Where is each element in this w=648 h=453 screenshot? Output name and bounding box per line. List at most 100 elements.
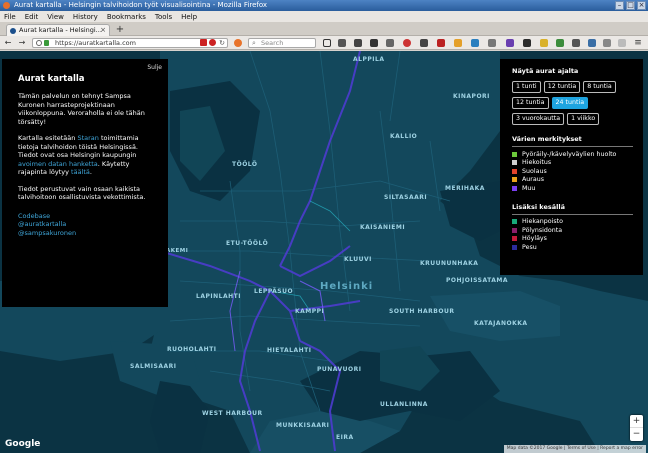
time-button-1h[interactable]: 1 tunti [512,81,541,93]
stara-link[interactable]: Staran [77,134,98,142]
map-label-kruununhaka: KRUUNUNHAKA [420,260,479,267]
browser-window: Aurat kartalla - Helsingin talvihoidon t… [0,0,648,453]
map-label-kinapori: KINAPORI [453,93,490,100]
summer-divider [512,213,633,215]
api-link[interactable]: täältä [71,168,90,176]
legend-item: Suolaus [512,167,633,176]
addon-icon[interactable] [200,39,207,46]
open-data-link[interactable]: avoimen datan hanketta [18,160,98,168]
info-panel: Sulje Aurat kartalla Tämän palvelun on t… [2,59,168,307]
time-button-12h-a[interactable]: 12 tuntia [543,81,581,93]
tab-close-button[interactable]: × [100,25,106,36]
extension-yellow-icon[interactable] [454,39,462,47]
search-placeholder: Search [261,39,284,47]
downloads-icon[interactable] [354,39,362,47]
home-addon-icon[interactable] [234,39,242,47]
time-button-12h[interactable]: 12 tuntia [512,97,549,109]
legend-swatch [512,160,517,166]
sampsakuronen-link[interactable]: @sampsakuronen [18,229,152,238]
legend-item: Muu [512,184,633,193]
legend-swatch [512,151,517,157]
extension-blue-icon[interactable] [471,39,479,47]
google-logo: Google [5,439,41,449]
legend-swatch [512,219,517,225]
url-bar[interactable]: https://auratkartalla.com ↻ [32,38,228,48]
menu-tools[interactable]: Tools [155,13,172,21]
legend-swatch [512,168,517,174]
legend-swatch [512,185,517,191]
map-label-kluuvi: KLUUVI [344,256,372,263]
info-title: Aurat kartalla [18,74,85,84]
tab-bar: Aurat kartalla - Helsingi... × + [0,22,648,36]
translate-icon[interactable] [488,39,496,47]
map-label-kallio: KALLIO [390,133,418,140]
firefox-icon [3,2,10,9]
info-paragraph-2: Kartalla esitetään Staran toimittamia ti… [18,134,139,176]
auratkartalla-link[interactable]: @auratkartalla [18,220,152,229]
map-label-west-harbour: WEST HARBOUR [202,410,263,417]
tab-aurat-kartalla[interactable]: Aurat kartalla - Helsingi... × [6,24,110,36]
map-label-leppasuo: LEPPÄSUO [254,288,294,295]
time-button-1w[interactable]: 1 viikko [567,113,600,125]
info-paragraph-3: Tiedot perustuvat vain osaan kaikista ta… [18,184,146,202]
extension-icon[interactable] [420,39,428,47]
map-label-ruoholahti: RUOHOLAHTI [167,346,217,353]
map-label-punavuori: PUNAVUORI [317,366,362,373]
map-label-south-harbour: SOUTH HARBOUR [389,308,455,315]
map-label-kaisaniemi: KAISANIEMI [360,224,406,231]
menu-edit[interactable]: Edit [25,13,39,21]
menu-history[interactable]: History [73,13,98,21]
reader-icon[interactable] [209,39,216,46]
url-text: https://auratkartalla.com [55,39,136,47]
extension-dark-icon[interactable] [523,39,531,47]
menu-file[interactable]: File [4,13,16,21]
pocket-icon[interactable] [403,39,411,47]
share-icon[interactable] [386,39,394,47]
extension-purple-icon[interactable] [506,39,514,47]
time-button-3d[interactable]: 3 vuorokautta [512,113,565,125]
forward-button[interactable]: → [17,38,27,48]
time-button-8h[interactable]: 8 tuntia [583,81,616,93]
eyedropper-icon[interactable] [603,39,611,47]
legend-swatch [512,227,517,233]
map-viewport[interactable]: ALPPILA KINAPORI TÖÖLÖ KALLIO MERIHAKA S… [0,51,648,453]
legend-item: Auraus [512,176,633,185]
map-label-toolo: TÖÖLÖ [232,161,258,168]
info-icon[interactable] [36,40,42,46]
minimize-button[interactable]: – [615,1,624,10]
colors-divider [512,146,633,147]
zoom-out-button[interactable]: − [630,428,643,441]
zoom-in-button[interactable]: + [630,415,643,428]
map-label-siltasaari: SILTASAARI [384,194,428,201]
home-icon[interactable] [370,39,378,47]
maximize-button[interactable]: □ [626,1,635,10]
search-box[interactable]: ⌕ Search [248,38,316,48]
extension-grey-icon[interactable] [572,39,580,47]
legend-item: Pesu [512,243,633,252]
menu-view[interactable]: View [47,13,64,21]
map-label-lapinlahti: LAPINLAHTI [196,293,241,300]
map-attribution[interactable]: Map data ©2017 Google | Terms of Use | R… [503,445,646,453]
extension-gold-icon[interactable] [540,39,548,47]
codebase-link[interactable]: Codebase [18,212,152,221]
title-bar: Aurat kartalla - Helsingin talvihoidon t… [0,0,648,11]
library-icon[interactable] [338,39,346,47]
time-filter-heading: Näytä aurat ajalta [512,67,579,75]
extension-green-icon[interactable] [556,39,564,47]
legend-item: Hiekanpoisto [512,218,633,227]
info-close-button[interactable]: Sulje [147,64,162,73]
menu-help[interactable]: Help [181,13,197,21]
menu-bookmarks[interactable]: Bookmarks [107,13,146,21]
extension-lightblue-icon[interactable] [588,39,596,47]
new-tab-button[interactable]: + [114,24,126,35]
time-button-24h[interactable]: 24 tuntia [551,97,589,109]
extension-white-icon[interactable] [618,39,626,47]
hamburger-menu-icon[interactable]: ≡ [633,38,643,48]
bookmark-star-icon[interactable] [323,39,331,47]
reload-icon[interactable]: ↻ [219,39,225,47]
search-icon: ⌕ [252,39,256,47]
back-button[interactable]: ← [3,38,13,48]
legend-swatch [512,236,517,242]
extension-red-icon[interactable] [437,39,445,47]
close-window-button[interactable]: × [637,1,646,10]
